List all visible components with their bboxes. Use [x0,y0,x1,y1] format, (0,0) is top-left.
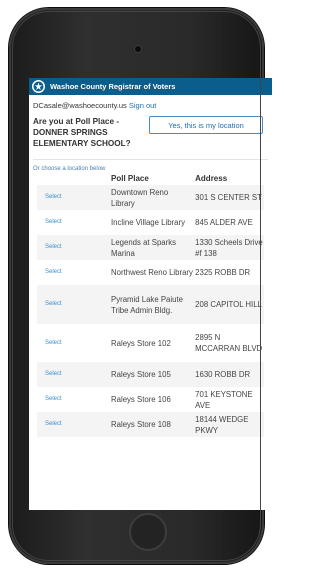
poll-place-address: 1630 ROBB DR [194,362,264,387]
user-email: DCasale@washoecounty.us [33,101,127,110]
header-select [37,172,110,185]
header-address: Address [195,174,228,183]
select-link[interactable]: Select [37,362,110,387]
screen: Washoe County Registrar of Voters DCasal… [29,78,272,510]
front-camera [135,46,141,52]
home-button[interactable] [129,513,167,551]
select-link[interactable]: Select [37,412,110,437]
table-row: Select Raleys Store 108 18144 WEDGE PKWY [37,412,264,437]
confirm-location-button[interactable]: Yes, this is my location [149,116,263,134]
header-bar: Washoe County Registrar of Voters [29,78,272,95]
header-title: Washoe County Registrar of Voters [50,82,176,91]
select-link[interactable]: Select [37,324,110,362]
county-seal-icon [32,80,45,93]
poll-confirm-section: Are you at Poll Place - DONNER SPRINGS E… [29,110,272,149]
select-link[interactable]: Select [37,210,110,235]
user-line: DCasale@washoecounty.us Sign out [29,95,272,110]
poll-place-name: Incline Village Library [111,218,185,227]
header-poll-place: Poll Place [111,174,149,183]
poll-place-name: Raleys Store 108 [110,412,195,437]
phone-frame: Washoe County Registrar of Voters DCasal… [9,8,272,564]
table-row: Select Raleys Store 102 2895 N MCCARRAN … [37,324,264,362]
poll-place-address: 1330 Scheels Drive #f 138 [194,235,264,260]
poll-place-name: Legends at Sparks Marina [110,235,195,260]
poll-question: Are you at Poll Place - DONNER SPRINGS E… [33,117,131,148]
table-row: Select Raleys Store 105 1630 ROBB DR [37,362,264,387]
poll-place-address: 845 ALDER AVE [195,218,253,227]
table-row: Select Downtown Reno Library 301 S CENTE… [37,185,264,210]
poll-place-name: Raleys Store 102 [111,338,171,348]
select-link[interactable]: Select [37,285,110,324]
select-link[interactable]: Select [37,235,110,260]
table-row: Select Pyramid Lake Paiute Tribe Admin B… [37,285,264,324]
poll-place-address: 18144 WEDGE PKWY [194,412,264,437]
table-row: Select Raleys Store 106 701 KEYSTONE AVE [37,387,264,412]
table-row: Select Incline Village Library 845 ALDER… [37,210,264,235]
poll-place-table: Poll Place Address Select Downtown Reno … [37,172,264,437]
table-row: Select Legends at Sparks Marina 1330 Sch… [37,235,264,260]
select-link[interactable]: Select [37,387,110,412]
table-row: Select Northwest Reno Library 2325 ROBB … [37,260,264,285]
poll-place-address: 301 S CENTER ST [194,185,264,210]
poll-place-address: 2895 N MCCARRAN BLVD [195,333,263,353]
poll-place-name: Northwest Reno Library [111,268,193,277]
sign-out-link[interactable]: Sign out [129,101,157,110]
select-link[interactable]: Select [37,260,110,285]
select-link[interactable]: Select [37,185,110,210]
poll-place-name: Downtown Reno Library [110,185,195,210]
poll-place-name: Raleys Store 105 [110,362,195,387]
poll-place-address: 2325 ROBB DR [195,268,251,277]
table-header-row: Poll Place Address [37,172,264,185]
poll-place-address: 701 KEYSTONE AVE [195,389,253,410]
choose-location-label: Or choose a location below [33,166,106,172]
poll-place-name: Pyramid Lake Paiute Tribe Admin Bldg. [110,285,195,324]
poll-place-address: 208 CAPITOL HILL [194,285,264,324]
poll-place-name: Raleys Store 106 [111,395,171,404]
